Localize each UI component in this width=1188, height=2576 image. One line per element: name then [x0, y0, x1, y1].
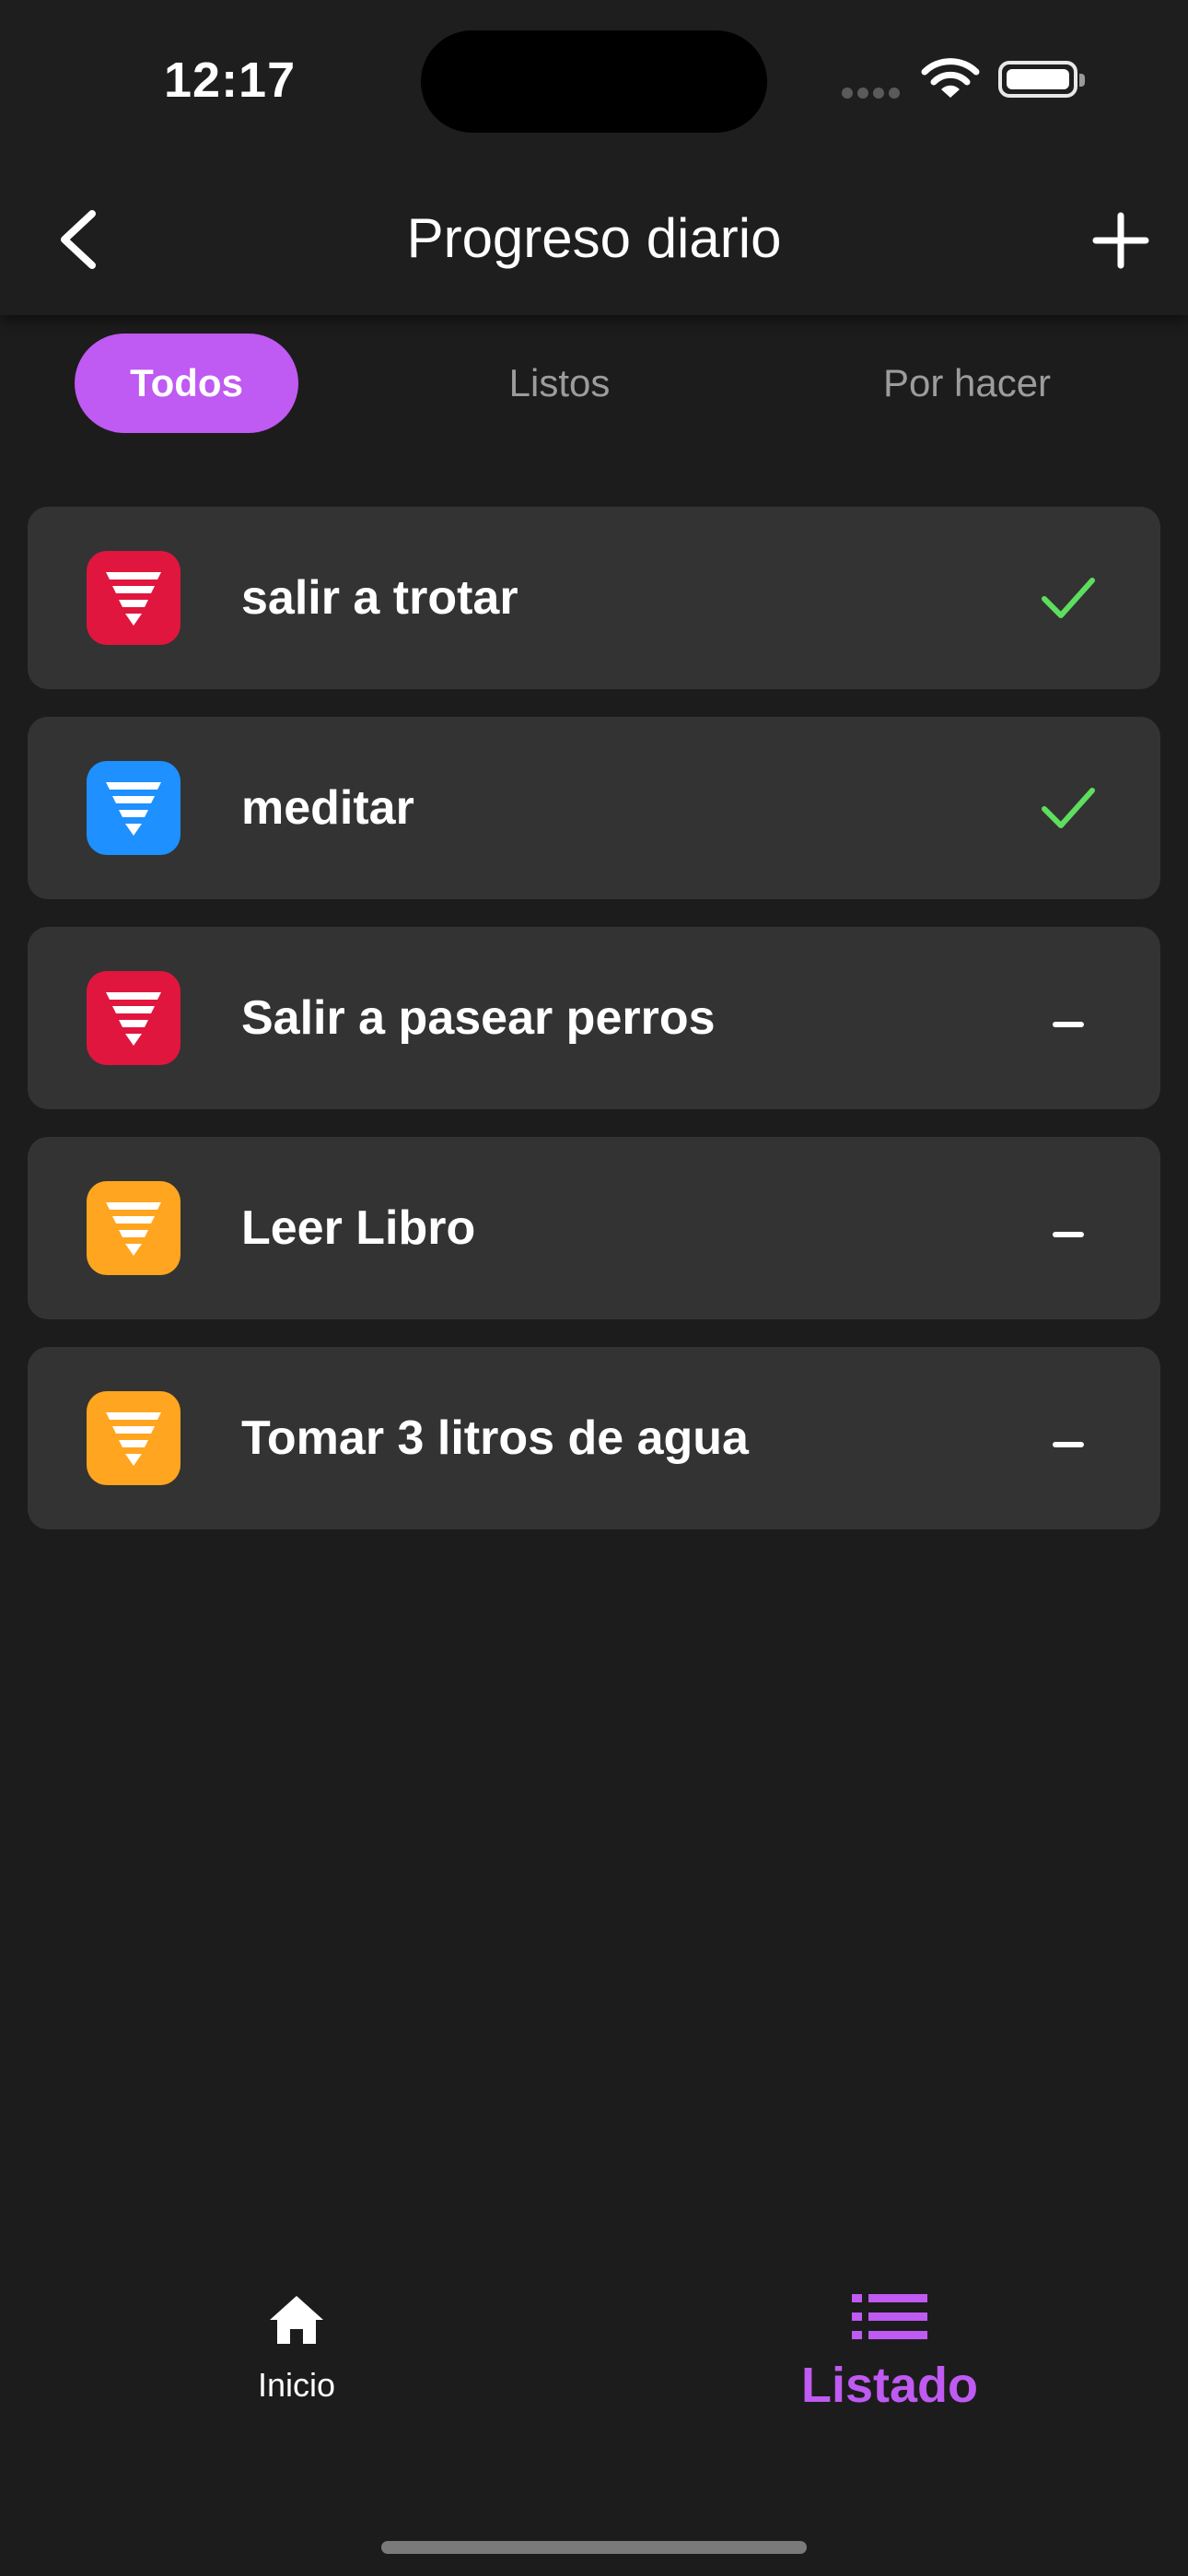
filter-all[interactable]: Todos [75, 334, 298, 433]
checkmark-icon [1042, 788, 1095, 828]
dash-icon [1053, 1442, 1084, 1447]
home-indicator [381, 2541, 807, 2554]
dash-icon [1053, 1232, 1084, 1237]
home-icon [270, 2296, 323, 2344]
filter-done[interactable]: Listos [451, 334, 668, 433]
habit-filter-icon [87, 1181, 181, 1275]
habit-name: Leer Libro [241, 1201, 476, 1255]
habit-filter-icon [87, 761, 181, 855]
filter-todo[interactable]: Por hacer [829, 334, 1105, 433]
list-icon [852, 2294, 927, 2339]
habit-filter-icon [87, 1391, 181, 1485]
habit-name: meditar [241, 781, 414, 835]
filter-tabs: Todos Listos Por hacer [0, 334, 1188, 435]
habit-name: salir a trotar [241, 571, 518, 625]
habit-list: salir a trotar meditar Salir a pasear pe… [28, 507, 1160, 1557]
nav-list-label: Listado [800, 2358, 978, 2413]
page-title: Progreso diario [406, 207, 782, 269]
wifi-icon [921, 58, 980, 98]
habit-card[interactable]: Salir a pasear perros [28, 927, 1160, 1109]
battery-icon [998, 61, 1085, 98]
habit-name: Tomar 3 litros de agua [241, 1411, 749, 1465]
habit-card[interactable]: salir a trotar [28, 507, 1160, 689]
nav-list[interactable]: Listado [779, 2294, 1000, 2414]
habit-filter-icon [87, 971, 181, 1065]
cellular-signal-icon [842, 87, 906, 100]
top-bar: 12:17 Progreso diario [0, 0, 1188, 315]
app-screen: 12:17 Progreso diario Todos Listos Por h… [0, 0, 1188, 2576]
checkmark-icon [1042, 578, 1095, 618]
habit-card[interactable]: Tomar 3 litros de agua [28, 1347, 1160, 1529]
status-time: 12:17 [164, 53, 297, 108]
dynamic-island [421, 30, 767, 133]
dash-icon [1053, 1022, 1084, 1027]
nav-home-label: Inicio [257, 2366, 336, 2404]
habit-filter-icon [87, 551, 181, 645]
habit-card[interactable]: Leer Libro [28, 1137, 1160, 1319]
add-icon[interactable] [1092, 212, 1149, 269]
nav-home[interactable]: Inicio [204, 2294, 389, 2405]
habit-card[interactable]: meditar [28, 717, 1160, 899]
habit-name: Salir a pasear perros [241, 991, 716, 1045]
bottom-nav: Inicio Listado [0, 2294, 1188, 2478]
